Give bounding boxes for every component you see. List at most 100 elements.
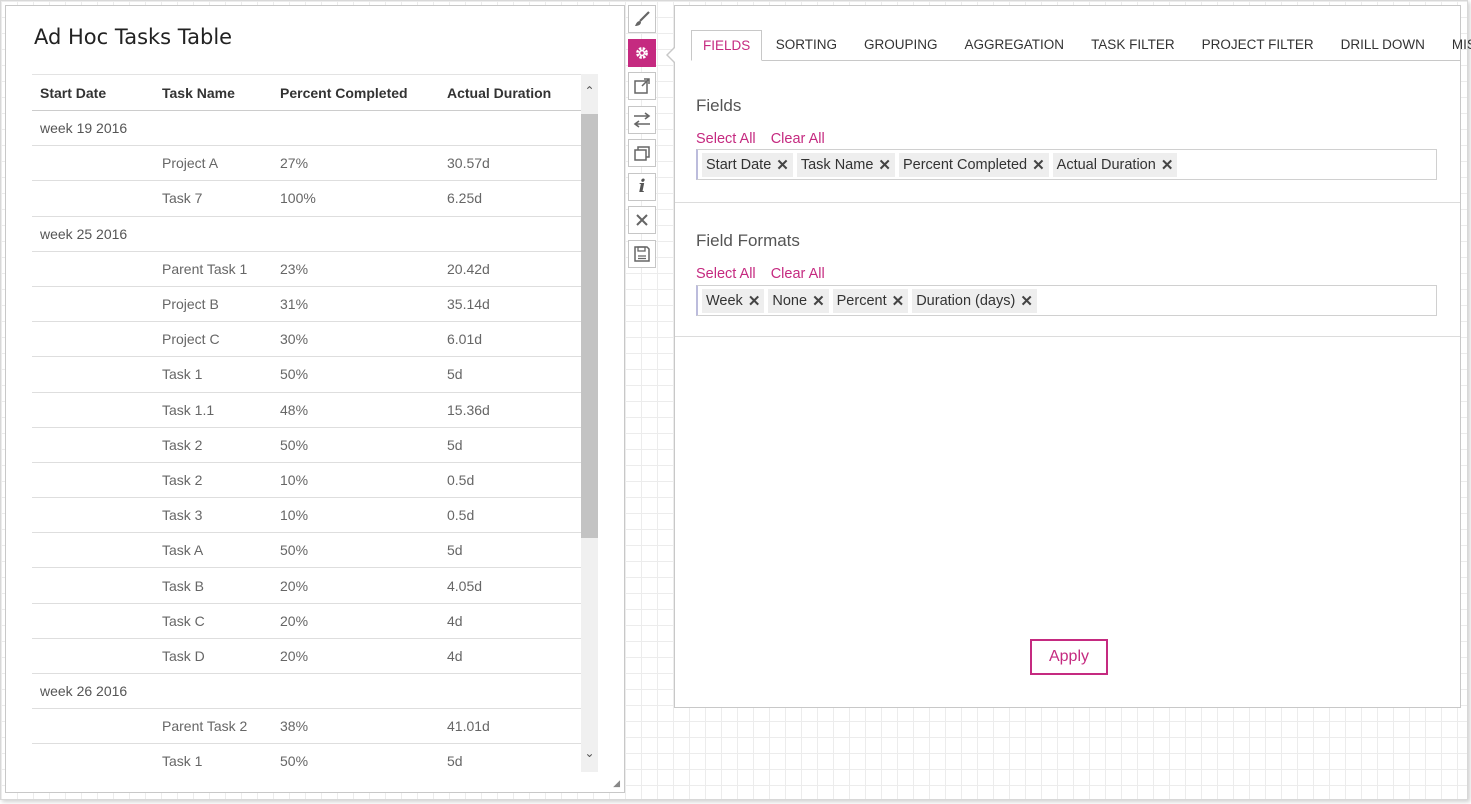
chip: Percent Completed ✕ (898, 152, 1049, 177)
cell-actual-duration: 5d (439, 743, 581, 770)
fields-section-title: Fields (696, 96, 742, 115)
fields-chip-input[interactable]: Start Date ✕ Task Name ✕ Percent Completed ✕ A… (696, 149, 1437, 180)
info-icon[interactable]: i (628, 172, 656, 201)
chip: Start Date ✕ (702, 152, 793, 177)
app-frame: Ad Hoc Tasks Table Start Date Task Name … (0, 0, 1471, 800)
cell-actual-duration: 4.05d (439, 567, 581, 604)
cell-task-name: Task B (154, 567, 272, 604)
tab-sorting[interactable]: SORTING (762, 30, 850, 61)
group-label: week 25 2016 (32, 216, 581, 252)
tab-misc[interactable]: MISC (1438, 30, 1471, 61)
scrollbar-thumb[interactable] (581, 114, 598, 538)
column-header-task-name[interactable]: Task Name (154, 74, 272, 111)
chip-label: Actual Duration (1056, 156, 1156, 173)
remove-chip-icon[interactable]: ✕ (878, 156, 891, 174)
table-row: Parent Task 1 23% 20.42d (32, 251, 581, 287)
cell-percent-completed: 31% (272, 286, 439, 323)
chip: Week ✕ (702, 288, 765, 313)
swap-arrows-icon[interactable] (628, 105, 656, 134)
formats-clear-all-link[interactable]: Clear All (771, 266, 825, 282)
cell-actual-duration: 4d (439, 603, 581, 639)
scroll-down-icon[interactable]: ⌄ (581, 744, 598, 762)
field-formats-section: Field Formats Select All Clear All Week ✕… (675, 203, 1460, 337)
save-icon[interactable] (628, 239, 656, 268)
cell-actual-duration: 5d (439, 532, 581, 569)
table-row: Task D 20% 4d (32, 638, 581, 675)
tab-aggregation[interactable]: AGGREGATION (951, 30, 1078, 61)
tab-fields[interactable]: FIELDS (691, 30, 763, 61)
remove-chip-icon[interactable]: ✕ (892, 292, 905, 310)
chip: Actual Duration ✕ (1052, 152, 1178, 177)
remove-chip-icon[interactable]: ✕ (812, 292, 825, 310)
remove-chip-icon[interactable]: ✕ (748, 292, 761, 310)
cell-start-date (32, 462, 154, 499)
tab-drill-down[interactable]: DRILL DOWN (1327, 30, 1438, 61)
cell-percent-completed: 20% (272, 638, 439, 675)
fields-select-all-link[interactable]: Select All (696, 131, 756, 147)
cell-percent-completed: 100% (272, 180, 439, 217)
cell-start-date (32, 356, 154, 393)
cell-task-name: Task 2 (154, 427, 272, 463)
vertical-scrollbar[interactable]: ⌃ ⌄ (581, 74, 598, 772)
gear-icon[interactable] (628, 38, 656, 67)
cell-actual-duration: 41.01d (439, 708, 581, 745)
formats-select-all-link[interactable]: Select All (696, 266, 756, 282)
tab-project-filter[interactable]: PROJECT FILTER (1188, 30, 1327, 61)
cell-actual-duration: 35.14d (439, 286, 581, 323)
table-row: Task 1.1 48% 15.36d (32, 392, 581, 428)
widget-toolbar: i (628, 5, 658, 273)
cell-percent-completed: 50% (272, 356, 439, 393)
group-label: week 19 2016 (32, 110, 581, 147)
remove-chip-icon[interactable]: ✕ (776, 156, 789, 174)
copy-icon[interactable] (628, 139, 656, 167)
table-row: Task 1 50% 5d (32, 743, 581, 770)
remove-chip-icon[interactable]: ✕ (1161, 156, 1174, 174)
cell-percent-completed: 50% (272, 532, 439, 569)
column-header-start-date[interactable]: Start Date (32, 74, 154, 111)
chip-label: Percent Completed (902, 156, 1028, 173)
cell-percent-completed: 10% (272, 462, 439, 499)
table-container: Start Date Task Name Percent Completed A… (32, 74, 581, 770)
tab-task-filter[interactable]: TASK FILTER (1078, 30, 1189, 61)
scroll-up-icon[interactable]: ⌃ (581, 82, 598, 100)
cell-task-name: Task C (154, 603, 272, 639)
column-header-actual-duration[interactable]: Actual Duration (439, 74, 581, 111)
chip-label: Percent (836, 292, 887, 309)
remove-chip-icon[interactable]: ✕ (1032, 156, 1045, 174)
cell-start-date (32, 497, 154, 534)
cell-actual-duration: 6.01d (439, 321, 581, 358)
cell-actual-duration: 5d (439, 427, 581, 463)
chip: Duration (days) ✕ (912, 288, 1037, 313)
apply-button[interactable]: Apply (1030, 639, 1108, 675)
table-row: Task 3 10% 0.5d (32, 497, 581, 534)
chip-label: Week (706, 292, 743, 309)
fields-clear-all-link[interactable]: Clear All (771, 131, 825, 147)
cell-actual-duration: 30.57d (439, 145, 581, 182)
cell-actual-duration: 4d (439, 638, 581, 675)
cell-task-name: Task 2 (154, 462, 272, 499)
brush-icon[interactable] (628, 5, 656, 33)
external-link-icon[interactable] (628, 72, 656, 100)
cell-task-name: Task A (154, 532, 272, 569)
settings-tabs: FIELDS SORTING GROUPING AGGREGATION TASK FIL… (691, 30, 1471, 61)
remove-chip-icon[interactable]: ✕ (1020, 292, 1033, 310)
table-row: Project A 27% 30.57d (32, 145, 581, 182)
cell-actual-duration: 6.25d (439, 180, 581, 217)
field-formats-chip-input[interactable]: Week ✕ None ✕ Percent ✕ Duration (days) ✕ (696, 285, 1437, 316)
table-header-row: Start Date Task Name Percent Completed A… (32, 74, 581, 111)
cell-actual-duration: 20.42d (439, 251, 581, 287)
column-header-percent-completed[interactable]: Percent Completed (272, 74, 439, 111)
group-row: week 19 2016 (32, 110, 581, 147)
close-icon[interactable] (628, 206, 656, 234)
tasks-table: Start Date Task Name Percent Completed A… (32, 74, 581, 770)
tab-grouping[interactable]: GROUPING (851, 30, 952, 61)
group-row: week 25 2016 (32, 216, 581, 252)
resize-grip-icon[interactable]: ◢ (613, 779, 620, 789)
cell-task-name: Project A (154, 145, 272, 182)
cell-start-date (32, 603, 154, 639)
table-row: Task 2 50% 5d (32, 427, 581, 463)
table-row: Parent Task 2 38% 41.01d (32, 708, 581, 745)
cell-percent-completed: 27% (272, 145, 439, 182)
chip: Task Name ✕ (796, 152, 895, 177)
chip: Percent ✕ (832, 288, 909, 313)
